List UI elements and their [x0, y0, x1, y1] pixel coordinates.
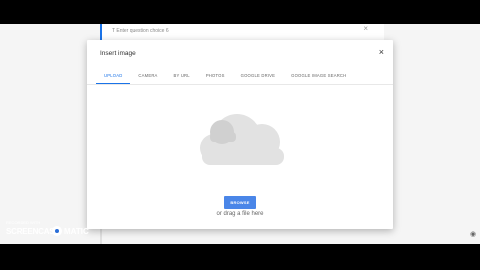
scroll-indicator-icon[interactable]: ◉	[469, 231, 477, 239]
dialog-title: Insert image	[100, 50, 136, 57]
tab-camera[interactable]: CAMERA	[130, 68, 165, 84]
remove-option-icon[interactable]: ×	[363, 24, 368, 33]
tab-google-drive[interactable]: GOOGLE DRIVE	[233, 68, 284, 84]
tab-photos[interactable]: PHOTOS	[198, 68, 233, 84]
tab-bar: UPLOAD CAMERA BY URL PHOTOS GOOGLE DRIVE…	[96, 68, 354, 84]
watermark-brand-suffix: MATIC	[64, 227, 89, 236]
close-icon[interactable]: ×	[379, 48, 384, 57]
option-input[interactable]: T Enter question choice 6	[112, 28, 169, 34]
tab-divider	[87, 84, 393, 85]
browse-button[interactable]: BROWSE	[224, 196, 256, 209]
tab-upload[interactable]: UPLOAD	[96, 68, 131, 84]
insert-image-dialog: Insert image × UPLOAD CAMERA BY URL PHOT…	[87, 40, 393, 229]
tab-by-url[interactable]: BY URL	[166, 68, 198, 84]
screencast-logo-icon	[52, 226, 62, 236]
screencast-watermark: RECORDED WITH SCREENCAST MATIC	[5, 220, 89, 242]
tab-google-image-search[interactable]: GOOGLE IMAGE SEARCH	[283, 68, 354, 84]
drag-hint: or drag a file here	[216, 211, 264, 217]
watermark-recorded-text: RECORDED WITH	[6, 220, 41, 225]
cloud-upload-icon	[200, 114, 284, 165]
screen-area: T Enter question choice 6 × Insert image…	[0, 24, 480, 244]
